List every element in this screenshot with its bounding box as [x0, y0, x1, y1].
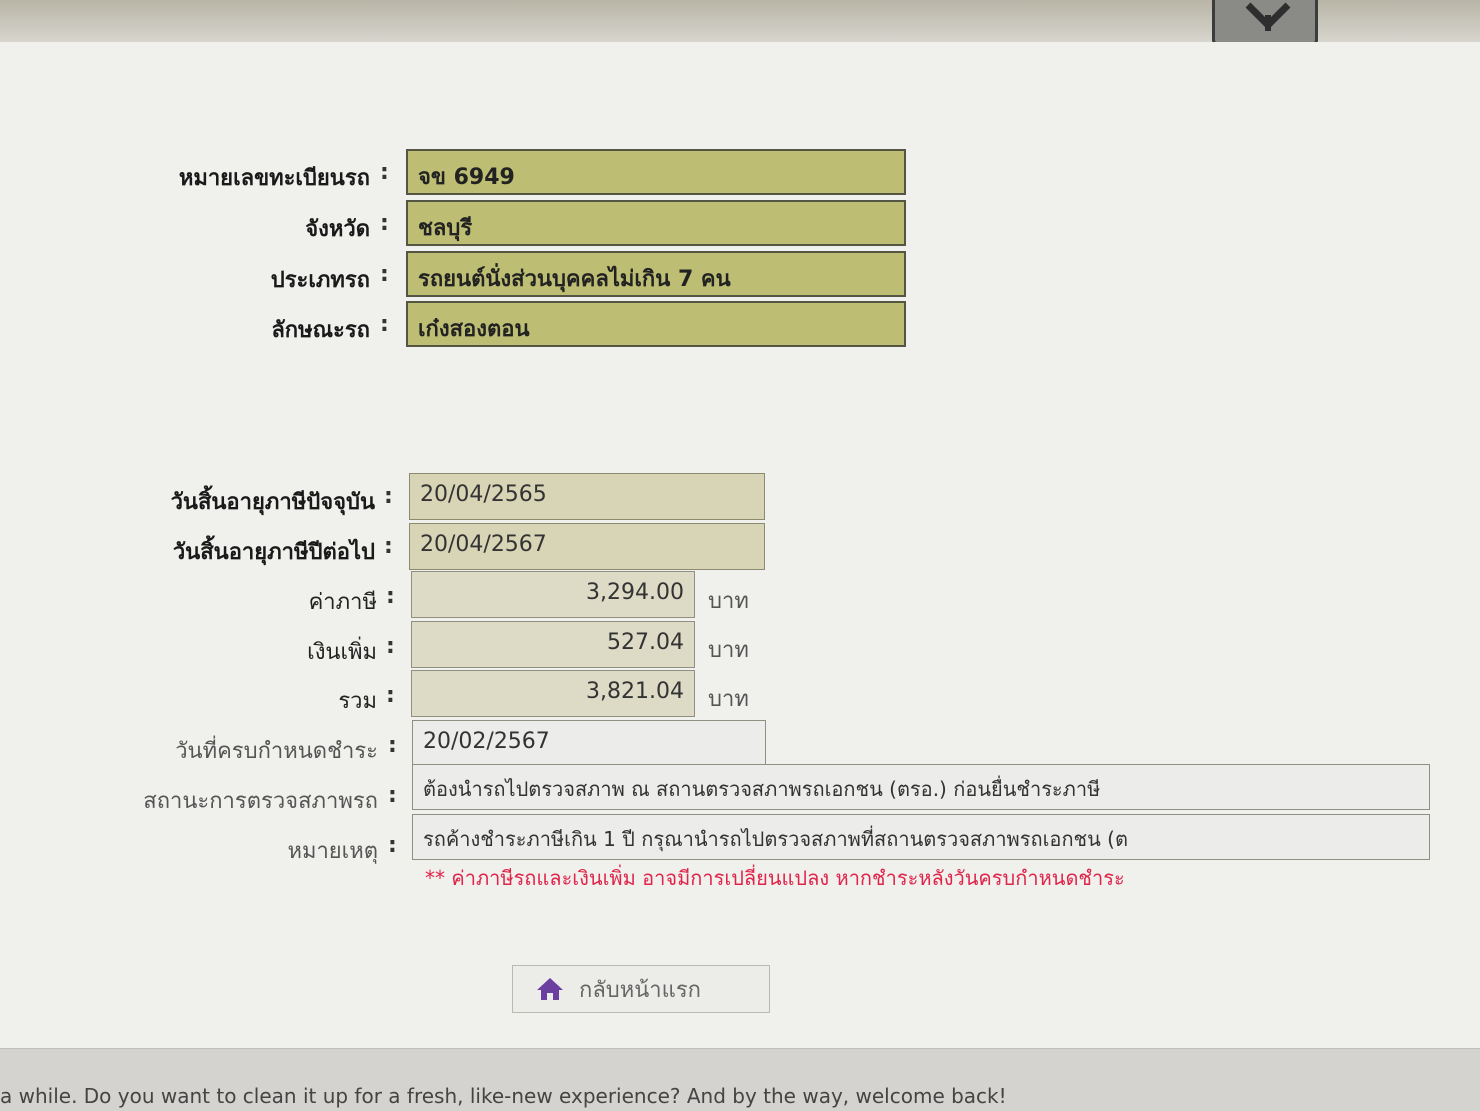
plate-number-label: หมายเลขทะเบียนรถ [178, 166, 370, 191]
tax-amount-field: 3,294.00 [411, 571, 695, 618]
notification-text: a while. Do you want to clean it up for … [0, 1084, 1007, 1108]
inspection-status-field: ต้องนำรถไปตรวจสภาพ ณ สถานตรวจสภาพรถเอกชน… [412, 764, 1430, 810]
remark-field: รถค้างชำระภาษีเกิน 1 ปี กรุณานำรถไปตรวจส… [412, 814, 1430, 860]
colon: : [380, 160, 389, 185]
colon: : [388, 783, 397, 808]
surcharge-field: 527.04 [411, 621, 695, 668]
download-button[interactable] [1212, 0, 1318, 46]
colon: : [380, 312, 389, 337]
body-style-label: ลักษณะรถ [271, 318, 370, 343]
colon: : [380, 262, 389, 287]
warning-note: ** ค่าภาษีรถและเงินเพิ่ม อาจมีการเปลี่ยน… [425, 866, 1125, 890]
plate-number-field: จข 6949 [406, 149, 906, 195]
back-to-home-label: กลับหน้าแรก [579, 977, 701, 1003]
next-expiry-label: วันสิ้นอายุภาษีปีต่อไป [172, 540, 375, 565]
due-date-label: วันที่ครบกำหนดชำระ [175, 739, 378, 764]
next-expiry-field: 20/04/2567 [409, 523, 765, 570]
tax-amount-unit: บาท [708, 589, 749, 614]
due-date-field: 20/02/2567 [412, 720, 766, 767]
total-unit: บาท [708, 687, 749, 712]
total-field: 3,821.04 [411, 670, 695, 717]
tax-amount-label: ค่าภาษี [308, 590, 377, 615]
colon: : [384, 534, 393, 559]
surcharge-label: เงินเพิ่ม [307, 640, 377, 665]
tax-info-page: หมายเลขทะเบียนรถ : จข 6949 จังหวัด : ชลบ… [0, 42, 1480, 1048]
colon: : [388, 733, 397, 758]
remark-label: หมายเหตุ [287, 839, 378, 864]
current-expiry-label: วันสิ้นอายุภาษีปัจจุบัน [170, 490, 375, 515]
province-field: ชลบุรี [406, 200, 906, 246]
home-icon [537, 978, 563, 1000]
surcharge-unit: บาท [708, 638, 749, 663]
vehicle-type-field: รถยนต์นั่งส่วนบุคคลไม่เกิน 7 คน [406, 251, 906, 297]
total-label: รวม [338, 689, 377, 714]
download-arrow-icon [1245, 2, 1291, 31]
colon: : [380, 211, 389, 236]
vehicle-type-label: ประเภทรถ [270, 268, 370, 293]
back-to-home-button[interactable]: กลับหน้าแรก [512, 965, 770, 1013]
body-style-field: เก๋งสองตอน [406, 301, 906, 347]
colon: : [386, 683, 395, 708]
inspection-status-label: สถานะการตรวจสภาพรถ [143, 789, 378, 814]
current-expiry-field: 20/04/2565 [409, 473, 765, 520]
province-label: จังหวัด [305, 217, 370, 242]
colon: : [384, 484, 393, 509]
colon: : [386, 634, 395, 659]
colon: : [388, 833, 397, 858]
colon: : [386, 584, 395, 609]
